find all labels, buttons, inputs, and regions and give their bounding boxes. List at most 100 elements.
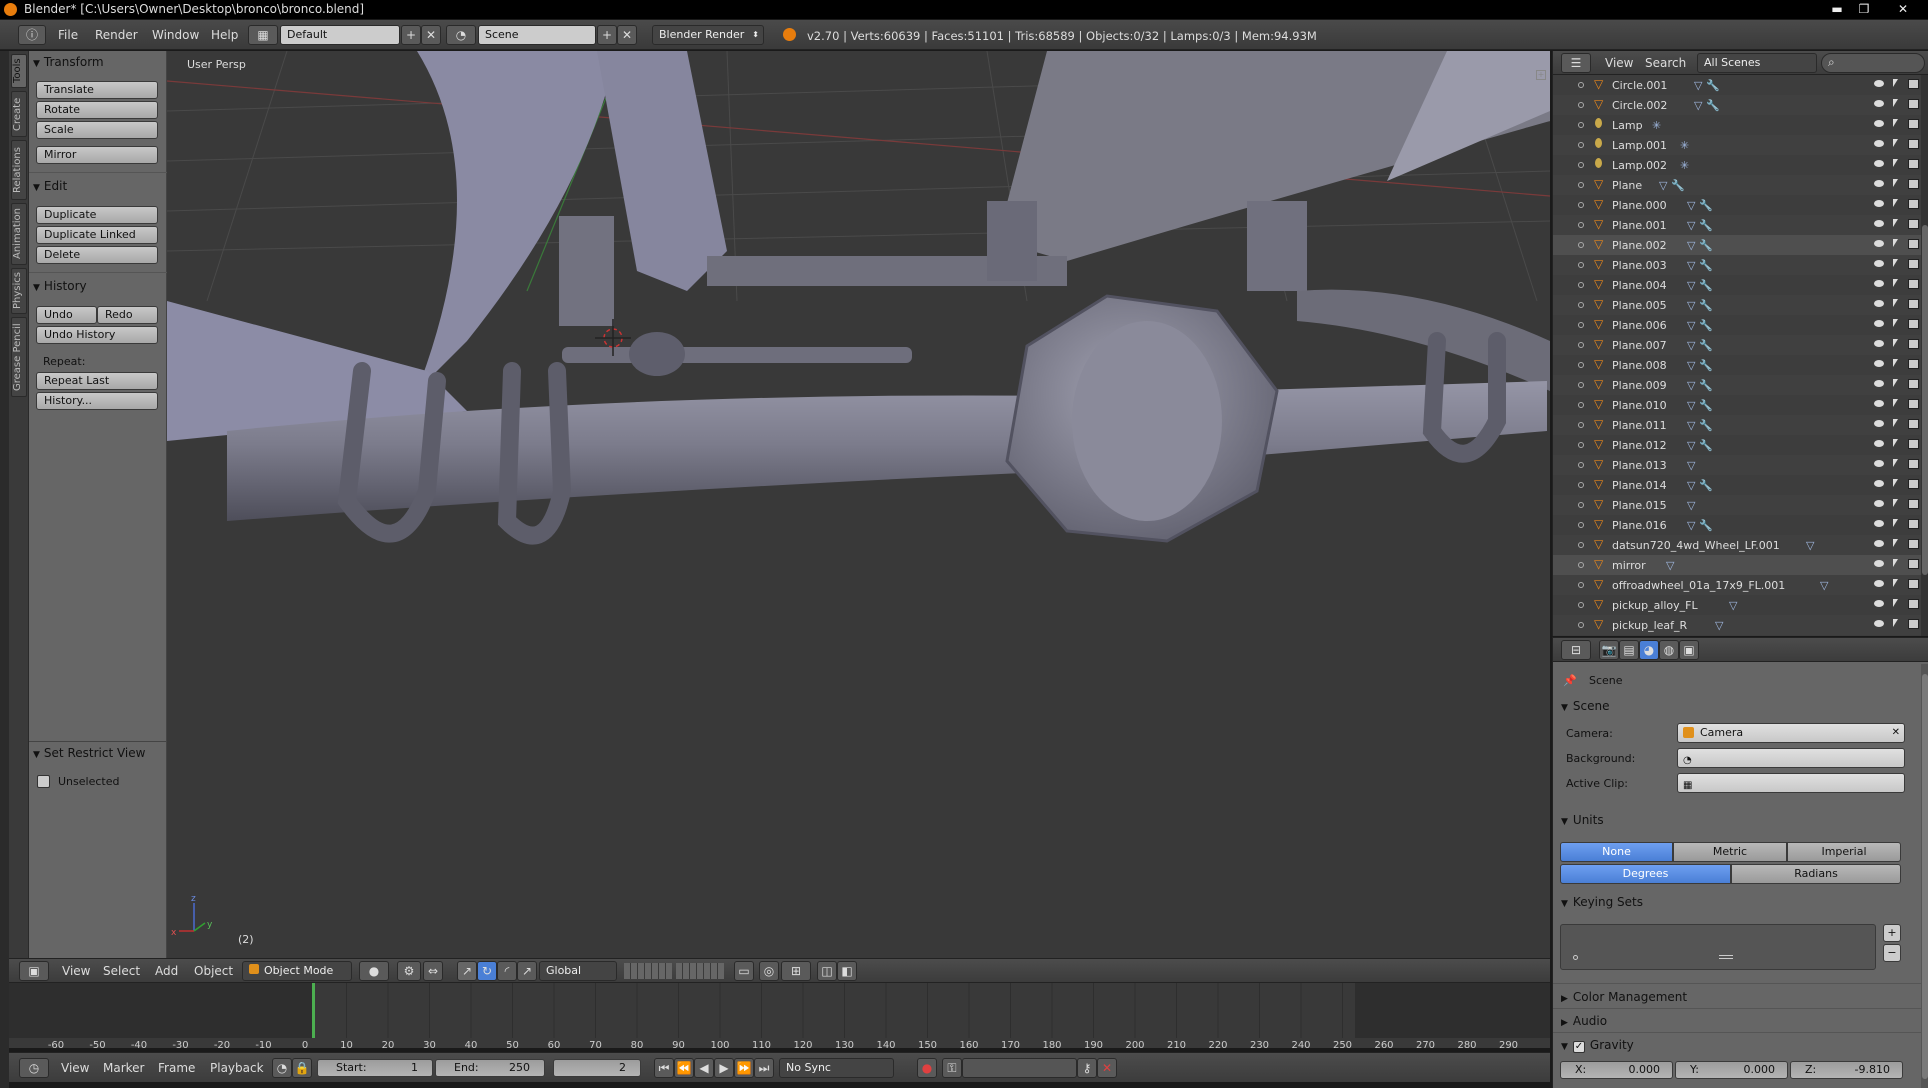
render-engine-dropdown[interactable]: Blender Render ⬍: [652, 25, 764, 45]
scale-manipulator-icon[interactable]: ◜: [497, 961, 517, 981]
visibility-eye-icon[interactable]: [1874, 220, 1884, 227]
undo-history-button[interactable]: Undo History: [36, 326, 158, 344]
editor-type-outliner-icon[interactable]: ☰: [1561, 53, 1591, 73]
menu-window[interactable]: Window: [152, 28, 199, 42]
gravity-x-field[interactable]: X: 0.000: [1560, 1061, 1673, 1079]
visibility-eye-icon[interactable]: [1874, 140, 1884, 147]
snap-element-icon[interactable]: ⊞: [781, 961, 811, 981]
renderability-camera-icon[interactable]: [1908, 239, 1919, 249]
renderability-camera-icon[interactable]: [1908, 379, 1919, 389]
editor-type-properties-icon[interactable]: ⊟: [1561, 640, 1591, 660]
keying-set-icon[interactable]: ⚿: [942, 1058, 962, 1078]
world-tab-icon[interactable]: ◍: [1659, 640, 1679, 660]
selectability-cursor-icon[interactable]: [1893, 319, 1898, 327]
menu-marker[interactable]: Marker: [103, 1061, 144, 1075]
render-still-icon[interactable]: ◫: [817, 961, 837, 981]
gravity-checkbox[interactable]: ✓: [1572, 1041, 1585, 1053]
editor-type-timeline-icon[interactable]: ◷: [19, 1058, 49, 1078]
selectability-cursor-icon[interactable]: [1893, 499, 1898, 507]
current-frame-field[interactable]: 2: [553, 1059, 641, 1077]
expand-dot-icon[interactable]: [1578, 302, 1584, 308]
expand-dot-icon[interactable]: [1578, 382, 1584, 388]
outliner-row[interactable]: Lamp.002 ✳: [1553, 155, 1921, 175]
renderability-camera-icon[interactable]: [1908, 459, 1919, 469]
active-keying-set-field[interactable]: [962, 1058, 1077, 1078]
unselected-checkbox[interactable]: [37, 775, 50, 788]
renderability-camera-icon[interactable]: [1908, 519, 1919, 529]
renderability-camera-icon[interactable]: [1908, 199, 1919, 209]
gravity-z-field[interactable]: Z: -9.810: [1790, 1061, 1903, 1079]
renderability-camera-icon[interactable]: [1908, 79, 1919, 89]
visibility-eye-icon[interactable]: [1874, 300, 1884, 307]
renderability-camera-icon[interactable]: [1908, 399, 1919, 409]
visibility-eye-icon[interactable]: [1874, 440, 1884, 447]
history-panel-header[interactable]: ▼ History: [33, 279, 87, 293]
pin-icon[interactable]: 📌: [1563, 674, 1577, 687]
menu-search[interactable]: Search: [1645, 56, 1686, 70]
lock-range-icon[interactable]: 🔒: [292, 1058, 312, 1078]
visibility-eye-icon[interactable]: [1874, 600, 1884, 607]
outliner-row[interactable]: ▽ datsun720_4wd_Wheel_LF.001 ▽: [1553, 535, 1921, 555]
expand-dot-icon[interactable]: [1578, 202, 1584, 208]
visibility-eye-icon[interactable]: [1874, 160, 1884, 167]
renderability-camera-icon[interactable]: [1908, 319, 1919, 329]
renderability-camera-icon[interactable]: [1908, 439, 1919, 449]
selectability-cursor-icon[interactable]: [1893, 279, 1898, 287]
remove-keying-set-button[interactable]: −: [1883, 944, 1901, 962]
expand-dot-icon[interactable]: [1578, 602, 1584, 608]
expand-dot-icon[interactable]: [1578, 422, 1584, 428]
proportional-edit-icon[interactable]: ◎: [759, 961, 779, 981]
remove-scene-button[interactable]: ✕: [617, 25, 637, 45]
outliner-row[interactable]: ▽ Plane.015 ▽: [1553, 495, 1921, 515]
expand-dot-icon[interactable]: [1578, 562, 1584, 568]
tab-relations[interactable]: Relations: [11, 140, 27, 200]
menu-file[interactable]: File: [58, 28, 78, 42]
minimize-button[interactable]: ▬: [1824, 0, 1850, 19]
background-field[interactable]: ◔: [1677, 748, 1905, 768]
renderability-camera-icon[interactable]: [1908, 499, 1919, 509]
expand-dot-icon[interactable]: [1578, 102, 1584, 108]
scene-selector-icon[interactable]: ◔: [446, 25, 476, 45]
add-keying-set-button[interactable]: +: [1883, 924, 1901, 942]
selectability-cursor-icon[interactable]: [1893, 619, 1898, 627]
expand-dot-icon[interactable]: [1578, 622, 1584, 628]
render-tab-icon[interactable]: 📷: [1599, 640, 1619, 660]
jump-start-icon[interactable]: ⏮: [654, 1058, 674, 1078]
outliner-row[interactable]: Lamp ✳: [1553, 115, 1921, 135]
outliner-row[interactable]: ▽ Plane.010 ▽ 🔧: [1553, 395, 1921, 415]
visibility-eye-icon[interactable]: [1874, 320, 1884, 327]
transform-orientation-icon[interactable]: ↗: [517, 961, 537, 981]
selectability-cursor-icon[interactable]: [1893, 459, 1898, 467]
duplicate-linked-button[interactable]: Duplicate Linked: [36, 226, 158, 244]
expand-dot-icon[interactable]: [1578, 502, 1584, 508]
expand-dot-icon[interactable]: [1578, 82, 1584, 88]
tab-grease-pencil[interactable]: Grease Pencil: [11, 317, 27, 397]
selectability-cursor-icon[interactable]: [1893, 199, 1898, 207]
menu-frame[interactable]: Frame: [158, 1061, 195, 1075]
3d-viewport[interactable]: z y x User Persp (2) +: [167, 51, 1550, 958]
tab-physics[interactable]: Physics: [11, 268, 27, 314]
scene-name-field[interactable]: Scene: [478, 25, 596, 45]
tab-create[interactable]: Create: [11, 91, 27, 137]
active-clip-field[interactable]: ▦: [1677, 773, 1905, 793]
gravity-y-field[interactable]: Y: 0.000: [1675, 1061, 1788, 1079]
outliner-row[interactable]: ▽ Plane.002 ▽ 🔧: [1553, 235, 1921, 255]
editor-type-info-icon[interactable]: ⓘ: [18, 25, 46, 45]
outliner-row[interactable]: ▽ pickup_leaf_R ▽: [1553, 615, 1921, 635]
visibility-eye-icon[interactable]: [1874, 480, 1884, 487]
expand-dot-icon[interactable]: [1578, 142, 1584, 148]
scale-button[interactable]: Scale: [36, 121, 158, 139]
menu-help[interactable]: Help: [211, 28, 238, 42]
selectability-cursor-icon[interactable]: [1893, 559, 1898, 567]
selectability-cursor-icon[interactable]: [1893, 239, 1898, 247]
outliner-row[interactable]: ▽ mirror ▽: [1553, 555, 1921, 575]
outliner-row[interactable]: ▽ Plane.003 ▽ 🔧: [1553, 255, 1921, 275]
selectability-cursor-icon[interactable]: [1893, 599, 1898, 607]
start-frame-field[interactable]: Start: 1: [317, 1059, 433, 1077]
outliner-row[interactable]: ▽ Plane.006 ▽ 🔧: [1553, 315, 1921, 335]
visibility-eye-icon[interactable]: [1874, 400, 1884, 407]
visibility-eye-icon[interactable]: [1874, 200, 1884, 207]
renderability-camera-icon[interactable]: [1908, 359, 1919, 369]
expand-dot-icon[interactable]: [1578, 462, 1584, 468]
units-metric-button[interactable]: Metric: [1673, 842, 1787, 862]
